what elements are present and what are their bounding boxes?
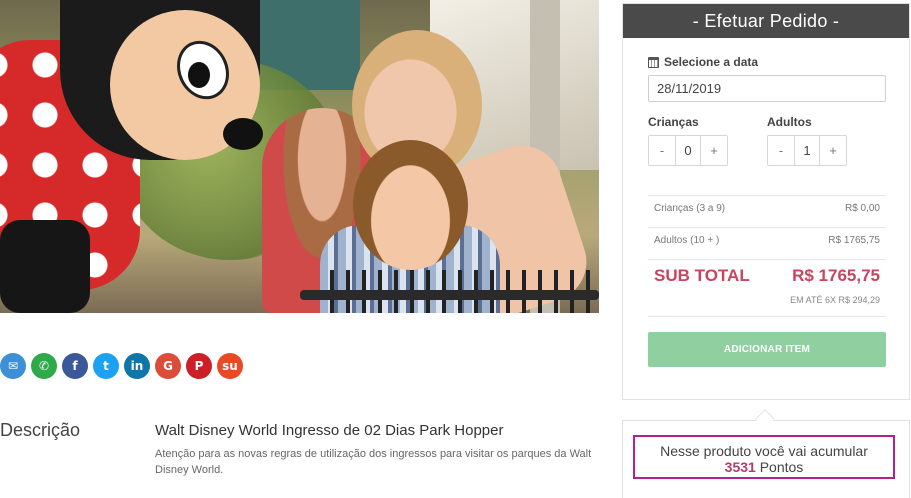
description-text: Atenção para as novas regras de utilizaç… xyxy=(155,448,592,476)
adults-price-value: R$ 1765,75 xyxy=(828,235,880,246)
product-title: Walt Disney World Ingresso de 02 Dias Pa… xyxy=(155,422,504,439)
whatsapp-icon[interactable]: ✆ xyxy=(31,353,57,379)
subtotal-value: R$ 1765,75 xyxy=(792,266,880,285)
adults-price-row: Adultos (10 + ) R$ 1765,75 xyxy=(654,235,880,246)
calendar-icon xyxy=(648,56,659,68)
installment-text: EM ATÉ 6X R$ 294,29 xyxy=(790,295,880,305)
twitter-icon[interactable]: t xyxy=(93,353,119,379)
children-price-value: R$ 0,00 xyxy=(844,203,880,214)
date-label: Selecione a data xyxy=(648,55,758,69)
fence-rail xyxy=(300,290,599,300)
subtotal-row: SUB TOTAL R$ 1765,75 xyxy=(654,266,880,286)
facebook-icon[interactable]: f xyxy=(62,353,88,379)
divider xyxy=(648,259,886,260)
points-value: 3531 xyxy=(724,459,756,475)
product-image xyxy=(0,0,599,313)
points-text: Nesse produto você vai acumular xyxy=(660,443,868,459)
divider xyxy=(648,195,886,196)
divider xyxy=(648,316,886,317)
add-item-button[interactable]: ADICIONAR ITEM xyxy=(648,332,886,367)
description-label: Descrição xyxy=(0,420,81,440)
divider xyxy=(648,227,886,228)
stumbleupon-icon[interactable]: su xyxy=(217,353,243,379)
adults-quantity[interactable]: 1 xyxy=(794,136,820,165)
description-overflow xyxy=(155,492,235,498)
minnie-arm xyxy=(0,220,90,313)
adults-plus-button[interactable]: + xyxy=(820,136,846,165)
children-price-row: Crianças (3 a 9) R$ 0,00 xyxy=(654,203,880,214)
date-label-text: Selecione a data xyxy=(664,55,759,69)
children-minus-button[interactable]: - xyxy=(649,136,675,165)
minnie-nose xyxy=(223,118,263,150)
pinterest-icon[interactable]: P xyxy=(186,353,212,379)
children-price-label: Crianças (3 a 9) xyxy=(654,203,726,214)
google-icon[interactable]: G xyxy=(155,353,181,379)
points-unit: Pontos xyxy=(759,459,804,475)
adults-price-label: Adultos (10 + ) xyxy=(654,235,720,246)
adults-minus-button[interactable]: - xyxy=(768,136,794,165)
children-plus-button[interactable]: + xyxy=(701,136,727,165)
linkedin-icon[interactable]: in xyxy=(124,353,150,379)
points-callout: Nesse produto você vai acumular 3531 Pon… xyxy=(633,435,895,479)
adults-stepper: - 1 + xyxy=(767,135,847,166)
children-stepper: - 0 + xyxy=(648,135,728,166)
minnie-pupil xyxy=(188,62,210,88)
share-bar: ✉ ✆ f t in G Psu xyxy=(0,353,243,379)
children-label: Crianças xyxy=(648,115,699,129)
children-quantity[interactable]: 0 xyxy=(675,136,701,165)
email-icon[interactable]: ✉ xyxy=(0,353,26,379)
subtotal-label: SUB TOTAL xyxy=(654,266,750,285)
order-panel: - Efetuar Pedido - Selecione a data Cria… xyxy=(622,3,910,400)
date-input[interactable] xyxy=(648,75,886,102)
order-panel-title: - Efetuar Pedido - xyxy=(623,4,909,38)
adults-label: Adultos xyxy=(767,115,812,129)
boy-head xyxy=(353,140,468,270)
